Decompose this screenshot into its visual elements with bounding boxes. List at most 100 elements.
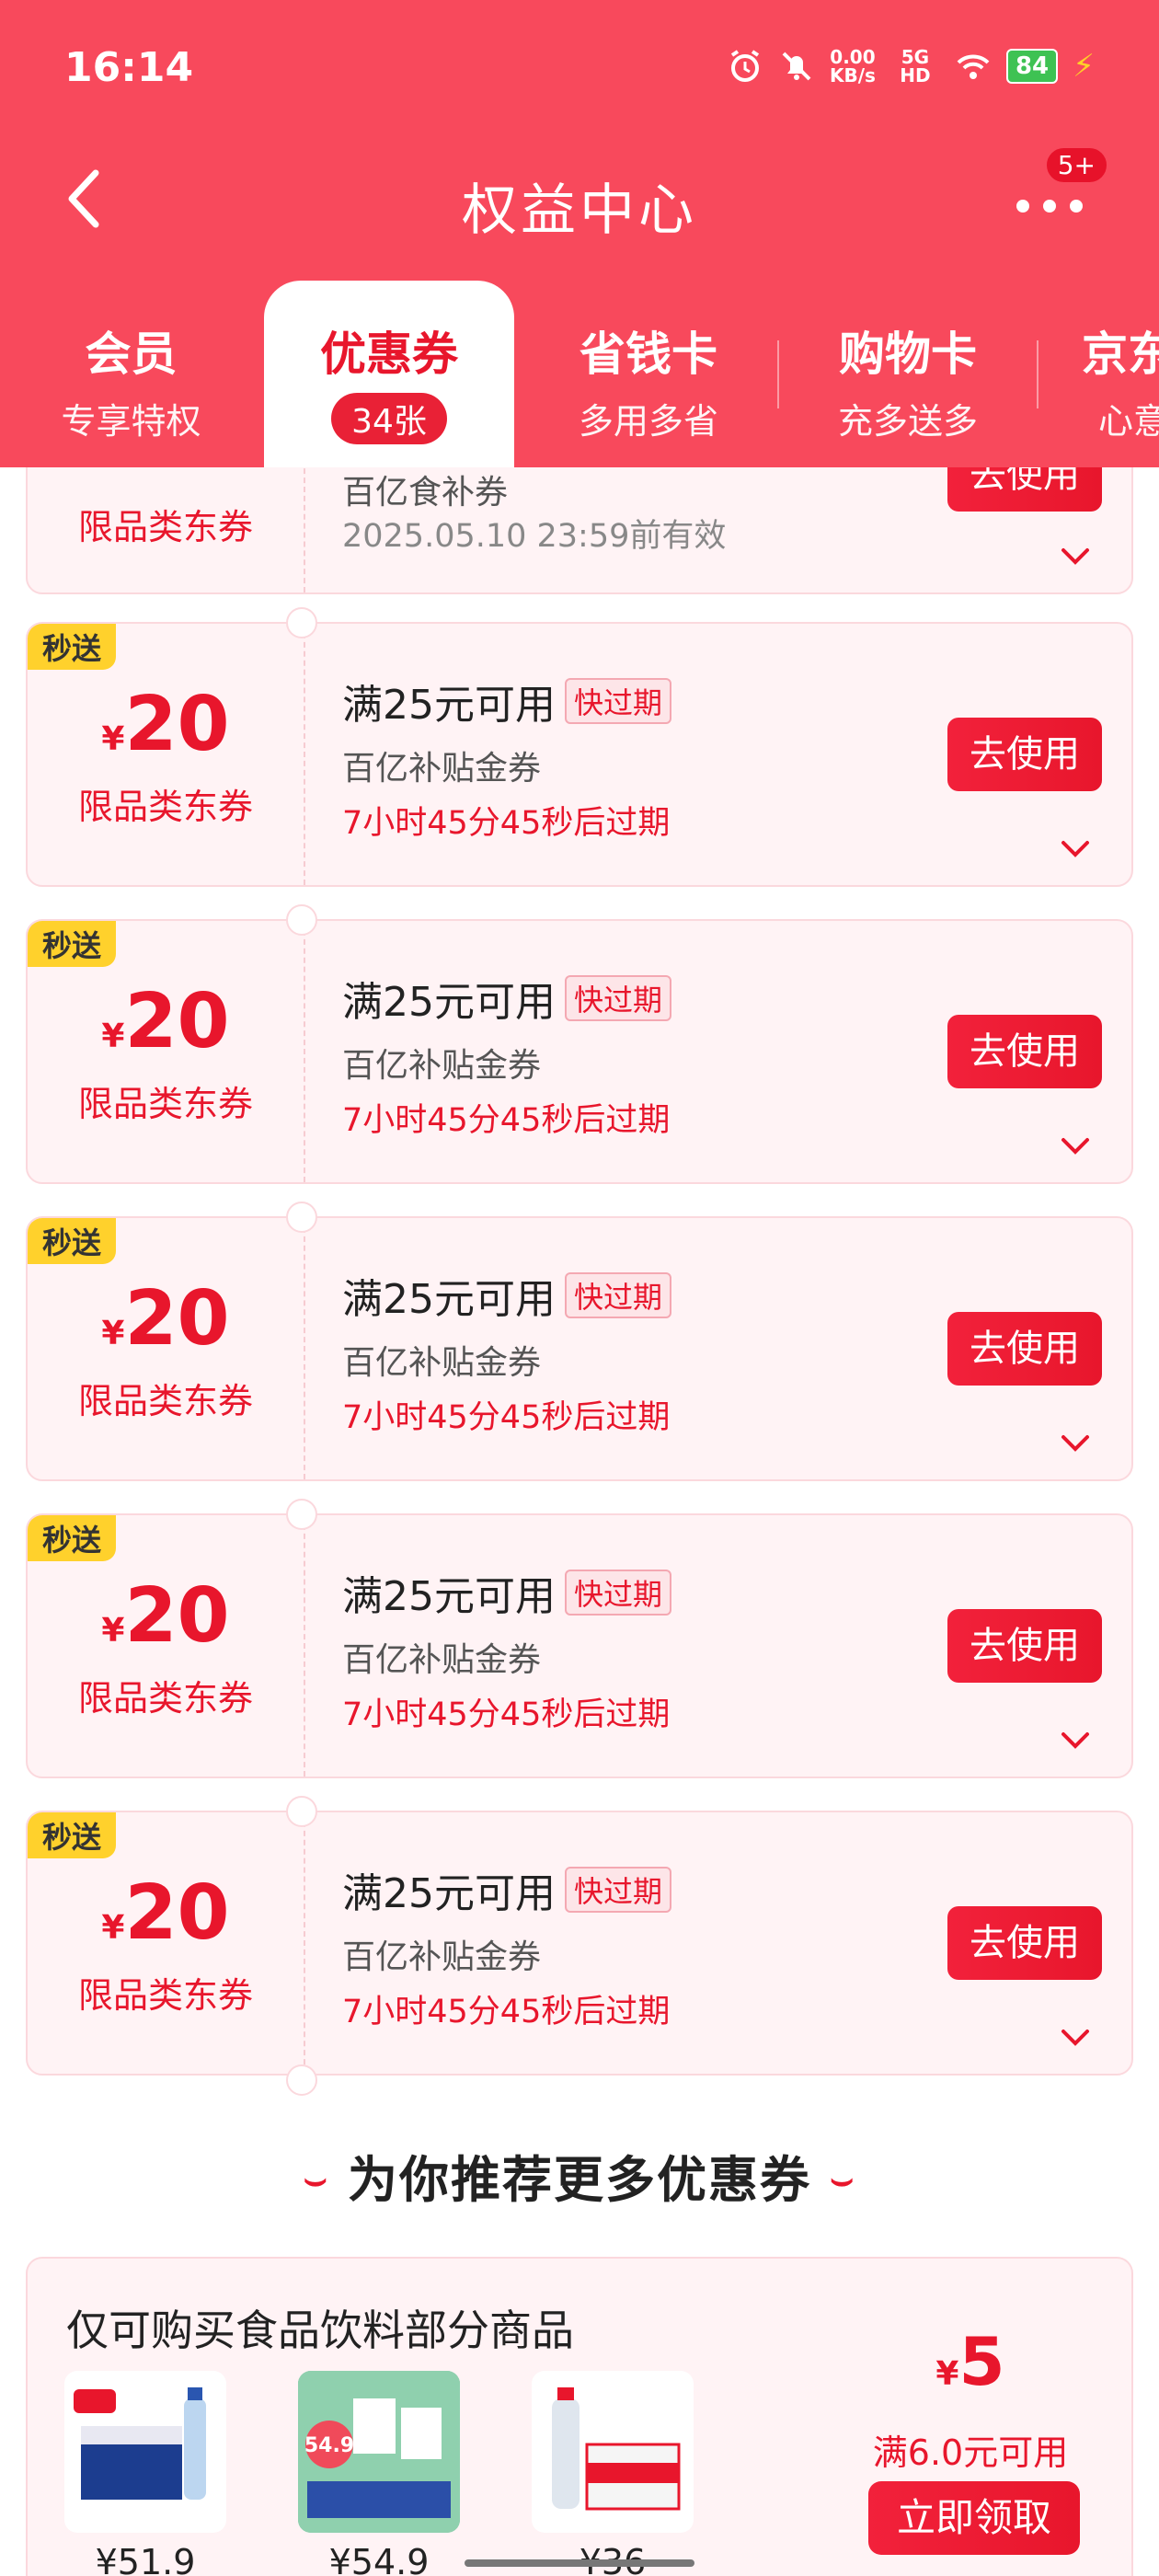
coupon-notch xyxy=(286,1499,317,1530)
coupon-card: 秒送 ¥20 限品类东券 满25元可用 快过期 百亿补贴金券 7小时45分45秒后… xyxy=(26,919,1133,1184)
nav-bar: 权益中心 5+ xyxy=(0,138,1159,258)
tab-shopping-card[interactable]: 购物卡 充多送多 xyxy=(779,281,1037,467)
tab-savings-card[interactable]: 省钱卡 多用多省 xyxy=(520,281,777,467)
amount-value: 20 xyxy=(124,1869,230,1957)
coupon-scope: 限品类东券 xyxy=(77,787,253,827)
recommend-section-title: ⌣ 为你推荐更多优惠券 ⌣ xyxy=(0,2139,1159,2212)
coupon-divider xyxy=(304,921,305,1182)
header: 16:14 0.00 KB/s 5G HD 84 ⚡ 权益中心 5+ 会员 专享… xyxy=(0,0,1159,467)
coupon-scope: 限品类东券 xyxy=(77,1084,253,1124)
tab-count-badge: 34张 xyxy=(331,393,447,444)
tab-member[interactable]: 会员 专享特权 xyxy=(0,281,262,467)
charging-bolt-icon: ⚡ xyxy=(1073,48,1095,85)
mute-bell-icon xyxy=(782,52,811,81)
net-speed-value: 0.00 xyxy=(830,46,876,68)
recommended-coupon-card[interactable]: 仅可购买食品饮料部分商品 ¥51.9 54.9 ¥54.9 ¥5 满6.0元可用… xyxy=(26,2257,1133,2576)
coupon-card: 秒送 ¥20 限品类东券 满25元可用 快过期 百亿补贴金券 7小时45分45秒后… xyxy=(26,1811,1133,2076)
use-coupon-button[interactable]: 去使用 xyxy=(947,1609,1102,1683)
use-coupon-button[interactable]: 去使用 xyxy=(947,1015,1102,1088)
expiry-countdown: 7小时45分45秒后过期 xyxy=(342,1102,671,1139)
chevron-down-icon[interactable] xyxy=(1060,2028,1091,2048)
expiry-countdown: 7小时45分45秒后过期 xyxy=(342,1399,671,1436)
bottled-water-image xyxy=(552,2387,681,2511)
expiring-badge: 快过期 xyxy=(565,678,672,724)
coupon-type: 百亿补贴金券 xyxy=(342,1344,542,1382)
tab-label: 优惠券 xyxy=(320,328,458,381)
coupon-type: 百亿补贴金券 xyxy=(342,1938,542,1976)
coupon-validity: 2025.05.10 23:59前有效 xyxy=(342,518,727,555)
coupon-notch xyxy=(286,904,317,936)
coupon-divider xyxy=(304,1218,305,1479)
coupon-condition: 满25元可用 快过期 xyxy=(342,1266,672,1325)
recommend-amount: ¥5 xyxy=(865,2323,1076,2400)
promo-price-text: 54.9 xyxy=(304,2434,354,2457)
amount-value: 5 xyxy=(958,2323,1005,2400)
currency-symbol: ¥ xyxy=(101,1315,125,1352)
alarm-icon xyxy=(730,50,760,82)
battery-indicator: 84 xyxy=(1005,49,1059,84)
coupon-scope: 限品类东券 xyxy=(77,507,253,547)
use-coupon-button[interactable]: 去使用 xyxy=(947,1312,1102,1386)
coupon-divider xyxy=(304,624,305,885)
coupon-condition: 满25元可用 快过期 xyxy=(342,1563,672,1622)
tab-coupons[interactable]: 优惠券 34张 xyxy=(264,281,514,467)
condition-text: 满25元可用 xyxy=(342,1573,556,1620)
tab-jd-gift[interactable]: 京东 心意 xyxy=(1058,281,1159,467)
coupon-condition: 满25元可用 快过期 xyxy=(342,672,672,730)
category-tabs: 会员 专享特权 优惠券 34张 省钱卡 多用多省 购物卡 充多送多 京东 心意 xyxy=(0,281,1159,467)
tab-sub: 多用多省 xyxy=(578,401,718,442)
product-image: 54.9 xyxy=(298,2371,460,2533)
tab-label: 会员 xyxy=(85,328,178,381)
expiry-countdown: 7小时45分45秒后过期 xyxy=(342,1994,671,2030)
condition-text: 满25元可用 xyxy=(342,682,556,729)
coupon-card: 秒送 ¥20 限品类东券 满25元可用 快过期 百亿补贴金券 7小时45分45秒后… xyxy=(26,1513,1133,1778)
coupon-amount: ¥20 xyxy=(28,978,304,1065)
coupon-scope: 限品类东券 xyxy=(77,1381,253,1421)
expiry-countdown: 7小时45分45秒后过期 xyxy=(342,805,671,842)
tab-label: 购物卡 xyxy=(839,328,977,381)
express-tag: 秒送 xyxy=(28,1218,117,1264)
product-item[interactable]: 54.9 ¥54.9 xyxy=(298,2371,460,2576)
coupon-notch xyxy=(286,2064,317,2096)
product-price: ¥51.9 xyxy=(95,2542,196,2576)
coupon-type: 百亿补贴金券 xyxy=(342,1641,542,1679)
coupon-divider xyxy=(304,1812,305,2074)
coupon-condition: 满25元可用 快过期 xyxy=(342,969,672,1028)
chevron-down-icon[interactable] xyxy=(1060,1731,1091,1751)
title-decoration-icon: ⌣ xyxy=(830,2158,856,2201)
express-tag: 秒送 xyxy=(28,1812,117,1858)
expiry-countdown: 7小时45分45秒后过期 xyxy=(342,1696,671,1733)
home-indicator[interactable] xyxy=(465,2559,694,2567)
chevron-down-icon[interactable] xyxy=(1060,546,1091,567)
currency-symbol: ¥ xyxy=(101,1909,125,1947)
currency-symbol: ¥ xyxy=(101,720,125,758)
express-tag: 秒送 xyxy=(28,624,117,670)
chevron-down-icon[interactable] xyxy=(1060,1433,1091,1454)
express-tag: 秒送 xyxy=(28,1515,117,1561)
claim-coupon-button[interactable]: 立即领取 xyxy=(868,2481,1080,2555)
coupon-condition: 满25元可用 快过期 xyxy=(342,1860,672,1919)
expiring-badge: 快过期 xyxy=(565,975,672,1021)
amount-value: 20 xyxy=(124,681,230,768)
tab-sub: 专享特权 xyxy=(61,401,201,442)
water-box-image xyxy=(74,2387,206,2500)
recommend-heading: 仅可购买食品饮料部分商品 xyxy=(66,2306,574,2355)
coupon-scope: 限品类东券 xyxy=(77,1678,253,1719)
coupon-notch xyxy=(286,1796,317,1827)
expiring-badge: 快过期 xyxy=(565,1867,672,1913)
amount-value: 20 xyxy=(124,978,230,1065)
wifi-icon xyxy=(957,54,990,79)
coupon-card: 秒送 ¥20 限品类东券 满25元可用 快过期 百亿补贴金券 7小时45分45秒后… xyxy=(26,1216,1133,1481)
chevron-down-icon[interactable] xyxy=(1060,1136,1091,1156)
currency-symbol: ¥ xyxy=(935,2355,959,2393)
use-coupon-button[interactable]: 去使用 xyxy=(947,718,1102,791)
recommend-title-text: 为你推荐更多优惠券 xyxy=(348,2151,811,2209)
use-coupon-button[interactable]: 去使用 xyxy=(947,1906,1102,1980)
product-item[interactable]: ¥51.9 xyxy=(64,2371,226,2576)
status-bar: 16:14 0.00 KB/s 5G HD 84 ⚡ xyxy=(0,0,1159,138)
chevron-down-icon[interactable] xyxy=(1060,839,1091,859)
product-item[interactable]: ¥36 xyxy=(532,2371,694,2576)
coupon-amount: ¥20 xyxy=(28,1572,304,1660)
status-icons: 0.00 KB/s 5G HD 84 ⚡ xyxy=(727,48,1095,85)
tab-sub: 心意 xyxy=(1098,401,1159,442)
